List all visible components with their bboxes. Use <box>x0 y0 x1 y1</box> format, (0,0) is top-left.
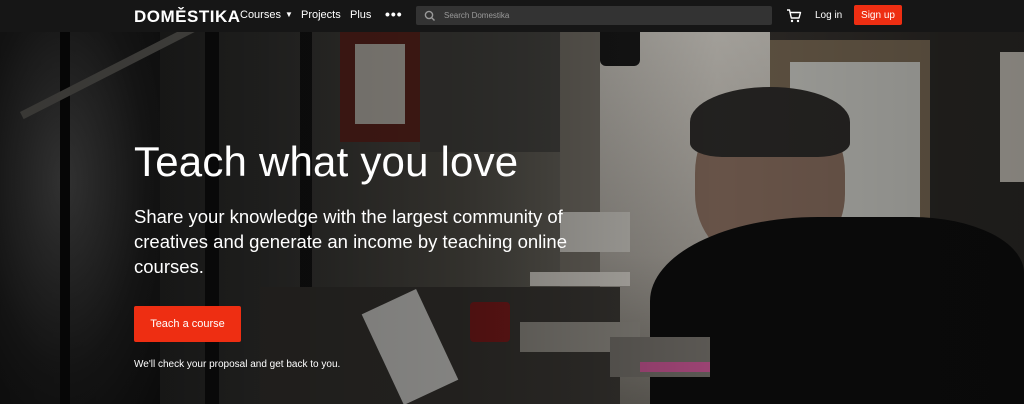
search-box[interactable] <box>416 6 772 25</box>
more-icon[interactable]: ••• <box>385 6 403 22</box>
teach-course-button[interactable]: Teach a course <box>134 306 241 342</box>
domestika-logo[interactable]: DOMĚSTIKA <box>134 7 241 27</box>
nav-projects[interactable]: Projects <box>301 9 341 21</box>
top-nav: DOMĚSTIKA Courses▼ Projects Plus ••• Log… <box>0 0 1024 32</box>
search-input[interactable] <box>442 10 766 21</box>
search-icon <box>424 10 435 21</box>
hero-subline: Share your knowledge with the largest co… <box>134 206 567 277</box>
hero-note: We'll check your proposal and get back t… <box>134 359 341 370</box>
signup-button[interactable]: Sign up <box>854 5 902 25</box>
nav-courses-label: Courses <box>240 9 281 21</box>
page: DOMĚSTIKA Courses▼ Projects Plus ••• Log… <box>0 0 1024 404</box>
login-link[interactable]: Log in <box>815 10 842 21</box>
cart-icon[interactable] <box>786 8 802 24</box>
chevron-down-icon: ▼ <box>284 10 293 19</box>
nav-courses[interactable]: Courses ▼ <box>240 9 293 21</box>
nav-plus[interactable]: Plus <box>350 9 371 21</box>
hero-headline: Teach what you love <box>134 138 519 185</box>
